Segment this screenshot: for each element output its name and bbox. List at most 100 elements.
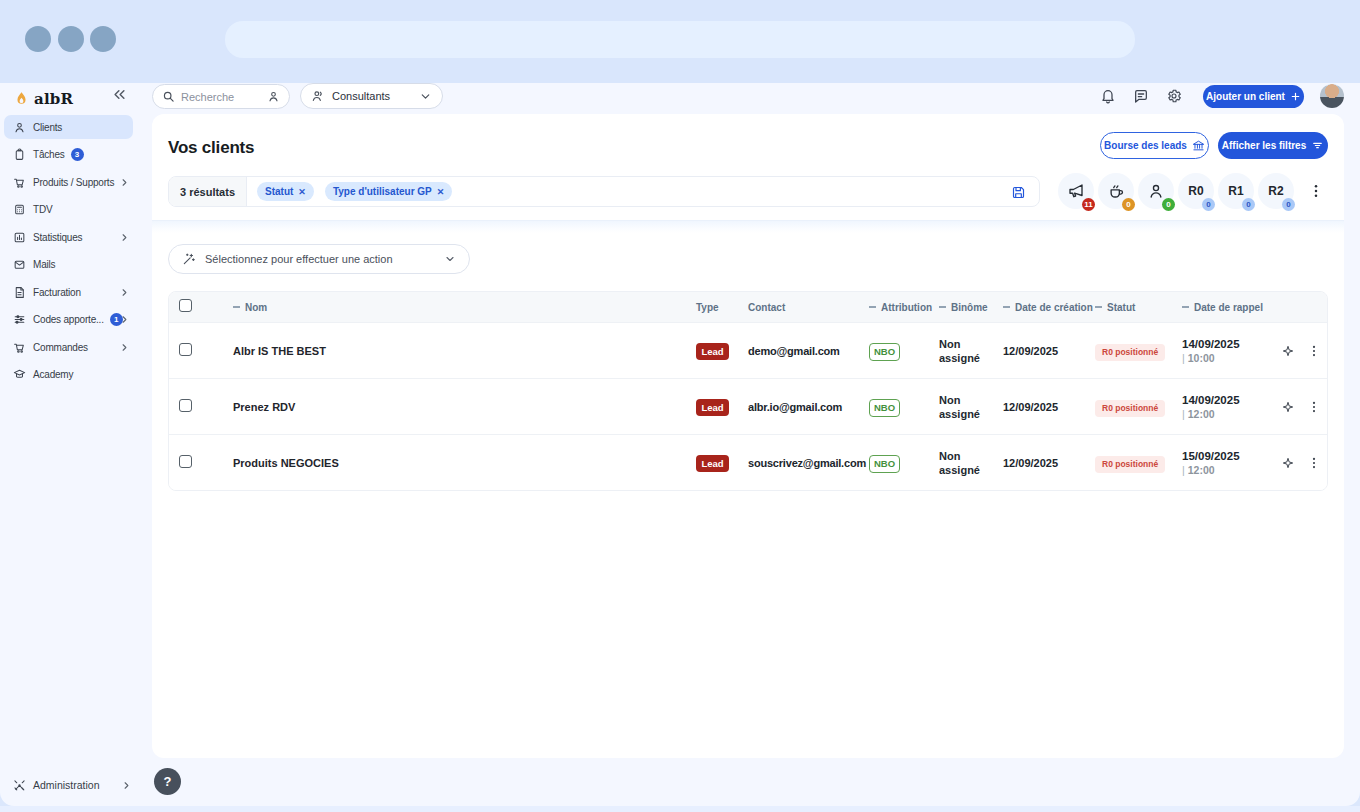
save-filter-icon[interactable] <box>1011 185 1026 200</box>
bourse-label: Bourse des leads <box>1104 140 1187 151</box>
settings-gear-icon[interactable] <box>1166 88 1182 104</box>
sticky-divider <box>152 220 1344 233</box>
column-header[interactable]: Type <box>696 302 748 313</box>
table-row[interactable]: Produits NEGOCIESLeadsouscrivez@gmail.co… <box>169 434 1327 490</box>
row-menu-icon[interactable] <box>1307 344 1321 358</box>
sidebar-collapse-icon[interactable] <box>112 87 127 102</box>
bourse-des-leads-button[interactable]: Bourse des leads <box>1100 132 1209 159</box>
sliders-icon <box>13 313 26 326</box>
column-header[interactable]: Attribution <box>869 302 939 313</box>
bulk-action-select[interactable]: Sélectionnez pour effectuer une action <box>168 244 470 274</box>
brand-name: albR <box>34 90 73 108</box>
creation-date: 12/09/2025 <box>1003 401 1095 413</box>
add-client-button[interactable]: Ajouter un client <box>1203 85 1304 108</box>
count-badge: 0 <box>1162 198 1175 211</box>
window-dot-2[interactable] <box>58 26 84 52</box>
status-badge: R0 positionné <box>1095 400 1165 417</box>
consultants-value: Consultants <box>332 90 390 102</box>
quick-action-r1[interactable]: R10 <box>1218 173 1254 209</box>
notifications-bell-icon[interactable] <box>1100 88 1116 104</box>
sidebar-item-academy[interactable]: Academy <box>4 363 133 387</box>
quick-action-person[interactable]: 0 <box>1138 173 1174 209</box>
sidebar-item-produits-supports[interactable]: Produits / Supports <box>4 170 133 194</box>
clipboard-icon <box>13 148 26 161</box>
sidebar-item-clients[interactable]: Clients <box>4 115 133 139</box>
window-bottom-edge <box>0 806 1360 812</box>
logo[interactable]: albR <box>13 86 73 112</box>
search-person-icon[interactable] <box>267 90 280 103</box>
sidebar-item-label: Statistiques <box>33 232 82 243</box>
attribution-badge: NBO <box>869 455 900 473</box>
row-menu-icon[interactable] <box>1307 400 1321 414</box>
add-client-label: Ajouter un client <box>1206 91 1285 102</box>
quick-action-r0[interactable]: R00 <box>1178 173 1214 209</box>
binome-value: Non assigné <box>939 449 995 477</box>
row-menu-icon[interactable] <box>1307 456 1321 470</box>
column-header[interactable]: Contact <box>748 302 869 313</box>
sidebar-item-mails[interactable]: Mails <box>4 253 133 277</box>
remove-chip-icon[interactable]: ✕ <box>437 187 445 197</box>
show-filters-button[interactable]: Afficher les filtres <box>1218 132 1328 159</box>
table-row[interactable]: Prenez RDVLeadalbr.io@gmail.comNBONon as… <box>169 378 1327 434</box>
user-avatar[interactable] <box>1320 84 1344 108</box>
app-window: albR Recherche Consultants Ajouter un cl… <box>0 83 1360 806</box>
filter-chips: Statut✕ Type d'utilisateur GP✕ <box>257 182 452 201</box>
window-dot-1[interactable] <box>25 26 51 52</box>
sidebar-item-facturation[interactable]: Facturation <box>4 280 133 304</box>
chevron-right-icon <box>119 177 130 188</box>
column-header[interactable]: Statut <box>1095 302 1182 313</box>
row-checkbox[interactable] <box>179 343 192 356</box>
address-bar[interactable] <box>225 21 1135 58</box>
assign-sparkle-icon[interactable] <box>1281 400 1295 414</box>
column-header[interactable]: Date de création <box>1003 302 1095 313</box>
chevron-right-icon <box>119 232 130 243</box>
sidebar-item-tdv[interactable]: TDV <box>4 198 133 222</box>
quick-action-kebab[interactable] <box>1298 173 1334 209</box>
window-dot-3[interactable] <box>90 26 116 52</box>
filter-chip[interactable]: Type d'utilisateur GP✕ <box>325 182 452 201</box>
type-badge: Lead <box>696 455 729 472</box>
column-header[interactable]: Date de rappel <box>1182 302 1281 313</box>
search-input[interactable]: Recherche <box>152 84 290 109</box>
chat-icon[interactable] <box>1133 88 1149 104</box>
count-badge: 0 <box>1202 198 1215 211</box>
client-name: Prenez RDV <box>233 401 696 413</box>
consultants-select[interactable]: Consultants <box>300 83 443 109</box>
user-icon <box>13 121 26 134</box>
kebab-icon <box>1308 183 1324 199</box>
binome-value: Non assigné <box>939 337 995 365</box>
sidebar-nav: Clients Tâches3 Produits / Supports TDV Stat… <box>4 115 152 390</box>
row-checkbox[interactable] <box>179 455 192 468</box>
column-header[interactable]: Nom <box>233 302 696 313</box>
sidebar-item-administration[interactable]: Administration <box>13 773 152 797</box>
client-name: Albr IS THE BEST <box>233 345 696 357</box>
sidebar-item-label: Mails <box>33 259 55 270</box>
academy-icon <box>13 368 26 381</box>
bulk-action-placeholder: Sélectionnez pour effectuer une action <box>205 253 393 265</box>
sidebar-item-commandes[interactable]: Commandes <box>4 335 133 359</box>
help-button[interactable]: ? <box>154 768 181 795</box>
filter-chip[interactable]: Statut✕ <box>257 182 314 201</box>
rappel-date: 14/09/2025 <box>1182 394 1281 406</box>
assign-sparkle-icon[interactable] <box>1281 456 1295 470</box>
assign-sparkle-icon[interactable] <box>1281 344 1295 358</box>
status-badge: R0 positionné <box>1095 456 1165 473</box>
select-all-checkbox[interactable] <box>179 299 192 312</box>
quick-action-coffee[interactable]: 0 <box>1098 173 1134 209</box>
consultants-icon <box>311 89 325 103</box>
rappel-time: |12:00 <box>1182 408 1281 420</box>
status-badge: R0 positionné <box>1095 344 1165 361</box>
column-header[interactable]: Binôme <box>939 302 1003 313</box>
sidebar-item-t-ches[interactable]: Tâches3 <box>4 143 133 167</box>
rappel-date: 14/09/2025 <box>1182 338 1281 350</box>
rappel-cell: 14/09/2025|10:00 <box>1182 338 1281 364</box>
quick-action-megaphone[interactable]: 11 <box>1058 173 1094 209</box>
quick-action-r2[interactable]: R20 <box>1258 173 1294 209</box>
remove-chip-icon[interactable]: ✕ <box>298 187 306 197</box>
row-checkbox[interactable] <box>179 399 192 412</box>
table-row[interactable]: Albr IS THE BESTLeaddemo@gmail.comNBONon… <box>169 322 1327 378</box>
sidebar-item-codes-apporte-[interactable]: Codes apporte...1 <box>4 308 133 332</box>
sidebar-item-label: Codes apporte... <box>33 314 104 325</box>
chevron-down-icon <box>444 253 456 265</box>
sidebar-item-statistiques[interactable]: Statistiques <box>4 225 133 249</box>
